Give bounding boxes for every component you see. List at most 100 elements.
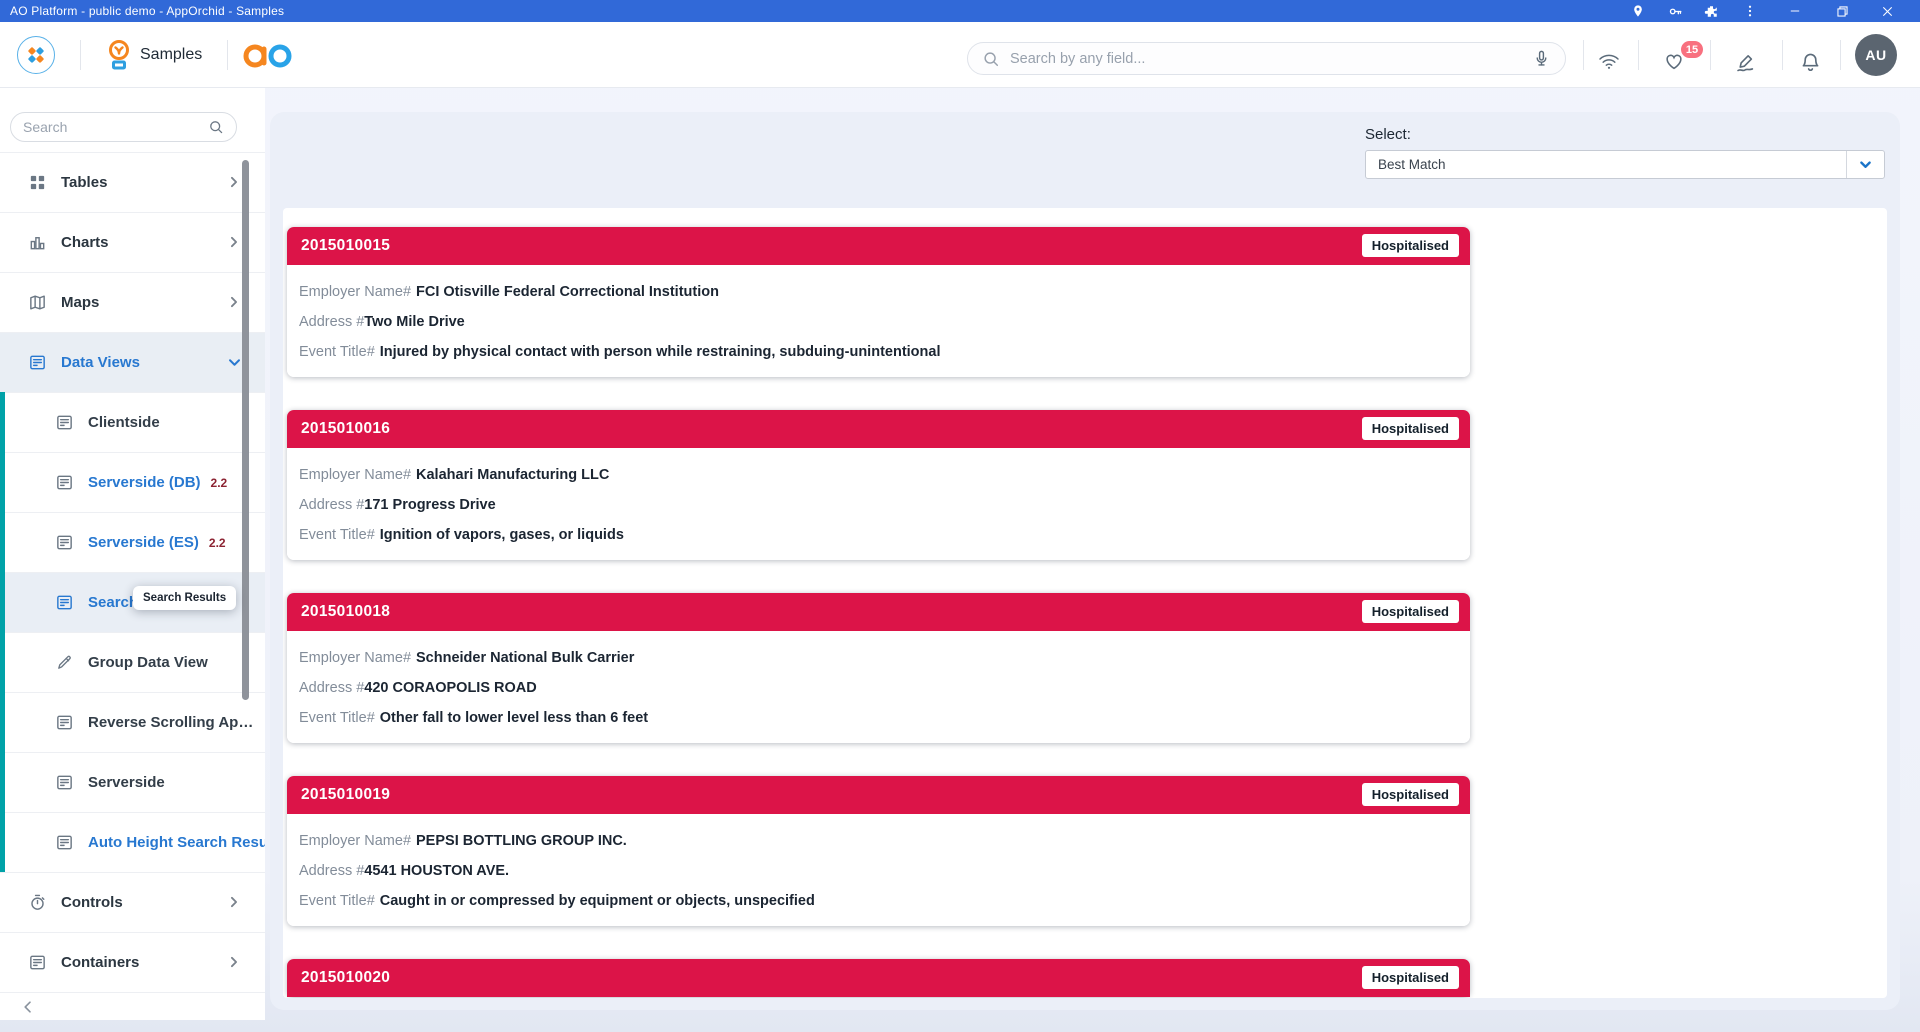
chart-icon [28,233,48,253]
doc-icon [55,533,75,553]
sidebar-item-group-data-view[interactable]: Group Data View [0,632,265,692]
divider [1782,40,1783,70]
sidebar-item-data-views[interactable]: Data Views [0,332,265,392]
employer-value: Schneider National Bulk Carrier [416,650,634,666]
sort-select-value: Best Match [1366,157,1846,172]
minimize-button[interactable] [1782,1,1808,21]
status-badge: Hospitalised [1362,234,1459,257]
status-badge: Hospitalised [1362,600,1459,623]
sidebar-search [10,112,237,142]
divider [227,40,228,70]
doc-icon [55,593,75,613]
app-launcher-button[interactable] [17,36,55,74]
record-id: 2015010018 [287,603,390,621]
record-id: 2015010019 [287,786,390,804]
address-value: 4541 HOUSTON AVE. [364,863,509,879]
sidebar-item-serverside-es[interactable]: Serverside (ES) 2.2 [0,512,265,572]
sidebar-item-auto-height-search-result[interactable]: Auto Height Search Result [0,812,265,872]
result-card-header: 2015010020 Hospitalised [287,959,1470,997]
address-label: Address # [299,680,364,696]
result-card[interactable]: 2015010015 Hospitalised Employer Name# F… [287,227,1470,377]
chevron-down-icon [227,355,243,371]
event-title-label: Event Title# [299,344,375,360]
sidebar-item-label: Data Views [61,354,140,371]
apporchid-logo [243,40,293,70]
notifications-bell-icon[interactable] [1799,51,1822,74]
result-card-header: 2015010018 Hospitalised [287,593,1470,631]
sort-select[interactable]: Best Match [1365,150,1885,179]
user-avatar[interactable]: AU [1855,34,1897,76]
sidebar-search-input[interactable] [23,119,208,135]
divider [1840,40,1841,70]
sidebar-scrollbar-thumb[interactable] [242,160,249,700]
wifi-icon[interactable] [1597,51,1621,71]
doc-icon [55,413,75,433]
result-card[interactable]: 2015010016 Hospitalised Employer Name# K… [287,410,1470,560]
global-search-input[interactable] [1010,51,1532,67]
address-label: Address # [299,314,364,330]
extensions-icon[interactable] [1698,1,1724,21]
result-card-body: Employer Name# Kalahari Manufacturing LL… [287,448,1470,560]
address-value: Two Mile Drive [364,314,464,330]
timer-icon [28,893,48,913]
microphone-icon[interactable] [1532,49,1551,68]
main-panel: Select: Best Match 2015010015 Hospitalis… [270,112,1900,1010]
event-title-value: Other fall to lower level less than 6 fe… [380,710,648,726]
results-panel: 2015010015 Hospitalised Employer Name# F… [283,208,1887,998]
location-icon[interactable] [1625,1,1651,21]
sidebar-item-containers[interactable]: Containers [0,932,265,992]
annotation-pen-icon[interactable] [1734,51,1757,74]
employer-label: Employer Name# [299,284,411,300]
window-titlebar: AO Platform - public demo - AppOrchid - … [0,0,1920,22]
chevron-left-icon [20,999,36,1015]
browser-menu-icon[interactable] [1737,1,1763,21]
results-list: 2015010015 Hospitalised Employer Name# F… [287,227,1470,998]
result-card[interactable]: 2015010018 Hospitalised Employer Name# S… [287,593,1470,743]
result-card[interactable]: 2015010020 Hospitalised [287,959,1470,997]
sidebar-nav: Tables Charts Maps Data Views Clientside… [0,152,265,992]
doc-icon [55,773,75,793]
doc-icon [55,833,75,853]
close-button[interactable] [1874,1,1900,21]
sidebar-collapse-button[interactable] [0,992,265,1020]
employer-value: FCI Otisville Federal Correctional Insti… [416,284,719,300]
sidebar-item-label: Serverside (DB) [88,474,201,491]
sidebar-item-serverside[interactable]: Serverside [0,752,265,812]
record-id: 2015010015 [287,237,390,255]
sidebar-item-controls[interactable]: Controls [0,872,265,932]
sidebar: Tables Charts Maps Data Views Clientside… [0,88,265,1020]
sidebar-item-serverside-db[interactable]: Serverside (DB) 2.2 [0,452,265,512]
result-card-header: 2015010019 Hospitalised [287,776,1470,814]
restore-button[interactable] [1829,1,1855,21]
divider [1710,40,1711,70]
event-title-value: Ignition of vapors, gases, or liquids [380,527,624,543]
sidebar-item-label: Reverse Scrolling Ap… [88,714,253,731]
event-title-value: Caught in or compressed by equipment or … [380,893,815,909]
employer-value: Kalahari Manufacturing LLC [416,467,609,483]
event-title-label: Event Title# [299,893,375,909]
window-title: AO Platform - public demo - AppOrchid - … [10,4,284,18]
chevron-right-icon [227,235,243,251]
pen-icon [55,653,75,673]
address-label: Address # [299,497,364,513]
sidebar-item-label: Serverside (ES) [88,534,199,551]
sidebar-item-reverse-scrolling-ap[interactable]: Reverse Scrolling Ap… [0,692,265,752]
sidebar-item-clientside[interactable]: Clientside [0,392,265,452]
pinwheel-logo-icon [25,44,47,66]
event-title-label: Event Title# [299,710,375,726]
sidebar-item-maps[interactable]: Maps [0,272,265,332]
samples-app-icon[interactable] [103,38,135,72]
sidebar-item-label: Charts [61,234,109,251]
result-card[interactable]: 2015010019 Hospitalised Employer Name# P… [287,776,1470,926]
select-label: Select: [1365,126,1411,143]
key-icon[interactable] [1662,1,1688,21]
search-icon [208,119,224,135]
map-icon [28,293,48,313]
sidebar-item-tables[interactable]: Tables [0,152,265,212]
record-id: 2015010016 [287,420,390,438]
doc-icon [28,953,48,973]
event-title-value: Injured by physical contact with person … [380,344,941,360]
result-card-body: Employer Name# Schneider National Bulk C… [287,631,1470,743]
divider [1583,40,1584,70]
sidebar-item-charts[interactable]: Charts [0,212,265,272]
